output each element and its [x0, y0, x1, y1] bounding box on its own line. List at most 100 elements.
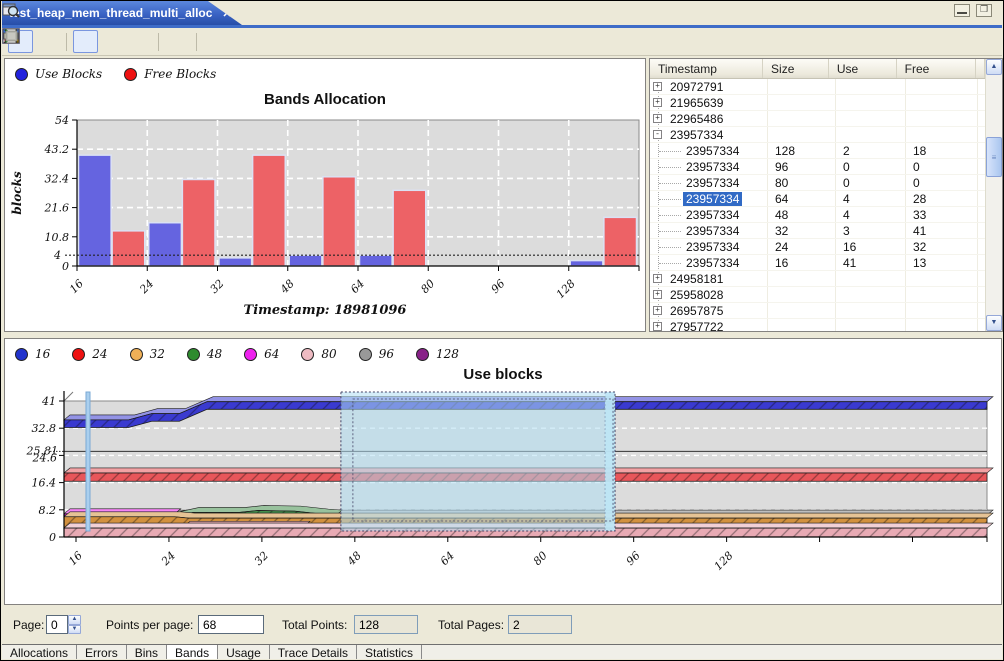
legend-item: 80: [301, 347, 336, 361]
use-blocks-area-chart[interactable]: 24.625.8108.216.432.84116243248648096128: [5, 339, 1001, 604]
legend-item: 128: [416, 347, 459, 361]
table-row[interactable]: +24958181: [650, 271, 985, 287]
restore-button[interactable]: [976, 4, 992, 17]
bottom-tab-bar: AllocationsErrorsBinsBandsUsageTrace Det…: [2, 644, 1002, 659]
table-row[interactable]: +27957722: [650, 319, 985, 331]
print-button[interactable]: [127, 30, 152, 53]
run-button[interactable]: [203, 30, 228, 53]
column-header-size[interactable]: Size: [763, 59, 829, 78]
table-scrollbar[interactable]: ▲ ≡ ▼: [985, 59, 1002, 331]
svg-text:41: 41: [41, 395, 56, 408]
legend-item: 96: [359, 347, 394, 361]
timestamp-cell: 23957334: [686, 256, 739, 270]
spin-up-icon[interactable]: ▲: [68, 615, 81, 625]
tab-bands[interactable]: Bands: [167, 645, 218, 659]
timestamp-table-panel: TimestampSizeUseFree +20972791+21965639+…: [649, 58, 1003, 332]
expand-icon[interactable]: +: [653, 306, 662, 315]
editor-tab[interactable]: test_heap_mem_thread_multi_alloc ✕: [2, 1, 242, 25]
bands-allocation-panel: Use BlocksFree Blocks Bands Allocation 4…: [4, 58, 646, 332]
legend-label: Use Blocks: [35, 67, 102, 81]
size-cell: 48: [775, 208, 788, 222]
svg-text:32.8: 32.8: [32, 422, 57, 435]
column-header-timestamp[interactable]: Timestamp: [650, 59, 763, 78]
stop-button[interactable]: [230, 30, 255, 53]
table-row[interactable]: 2395733448433: [650, 207, 985, 223]
expand-icon[interactable]: +: [653, 114, 662, 123]
svg-text:54: 54: [55, 114, 69, 127]
bar-chart-button[interactable]: [100, 30, 125, 53]
spin-down-icon[interactable]: ▼: [68, 625, 81, 635]
tab-usage[interactable]: Usage: [218, 645, 270, 659]
scroll-up-icon[interactable]: ▲: [986, 59, 1002, 75]
free-cell: 0: [913, 160, 920, 174]
expand-icon[interactable]: +: [653, 274, 662, 283]
use-cell: 4: [843, 192, 850, 206]
table-row[interactable]: 23957334241632: [650, 239, 985, 255]
page-spinner[interactable]: ▲ ▼: [68, 615, 81, 634]
column-header-free[interactable]: Free: [897, 59, 976, 78]
table-row[interactable]: 239573349600: [650, 159, 985, 175]
table-row[interactable]: +26957875: [650, 303, 985, 319]
close-icon[interactable]: ✕: [222, 7, 231, 20]
legend-label: 24: [92, 347, 107, 361]
free-cell: 32: [913, 240, 926, 254]
expand-icon[interactable]: +: [653, 82, 662, 91]
table-row[interactable]: 239573348000: [650, 175, 985, 191]
timestamp-cell: 23957334: [686, 208, 739, 222]
tab-bins[interactable]: Bins: [127, 645, 167, 659]
svg-text:32: 32: [252, 549, 271, 568]
legend-dot-icon: [301, 348, 314, 361]
timestamp-cell: 25958028: [670, 288, 723, 302]
timestamp-cell: 20972791: [670, 80, 723, 94]
table-row[interactable]: 2395733432341: [650, 223, 985, 239]
table-row[interactable]: 23957334164113: [650, 255, 985, 271]
overview-window-button[interactable]: [73, 30, 98, 53]
table-row[interactable]: +20972791: [650, 79, 985, 95]
table-row[interactable]: +22965486: [650, 111, 985, 127]
table-row[interactable]: 23957334128218: [650, 143, 985, 159]
table-row[interactable]: -23957334: [650, 127, 985, 143]
page-input[interactable]: [46, 615, 68, 634]
svg-text:16: 16: [66, 549, 85, 568]
timestamp-cell: 23957334: [686, 144, 739, 158]
tab-allocations[interactable]: Allocations: [2, 645, 77, 659]
tab-trace-details[interactable]: Trace Details: [270, 645, 357, 659]
total-points-label: Total Points:: [282, 618, 347, 632]
bands-bar-chart[interactable]: 4010.821.632.443.25416243248648096128blo…: [5, 59, 645, 299]
table-body: +20972791+21965639+22965486-239573342395…: [650, 79, 985, 331]
column-header-use[interactable]: Use: [829, 59, 897, 78]
use-cell: 2: [843, 144, 850, 158]
tab-statistics[interactable]: Statistics: [357, 645, 422, 659]
table-row[interactable]: +25958028: [650, 287, 985, 303]
svg-text:25.81: 25.81: [26, 444, 59, 457]
svg-text:80: 80: [418, 277, 437, 296]
legend-label: Free Blocks: [144, 67, 216, 81]
size-cell: 96: [775, 160, 788, 174]
expand-icon[interactable]: +: [653, 98, 662, 107]
svg-text:43.2: 43.2: [44, 143, 70, 156]
total-pages-value: [508, 615, 572, 634]
legend-item: 48: [187, 347, 222, 361]
scroll-thumb[interactable]: ≡: [986, 137, 1002, 177]
timestamp-cell: 23957334: [670, 128, 723, 142]
svg-text:24: 24: [137, 277, 157, 297]
svg-text:96: 96: [624, 549, 643, 568]
collapse-icon[interactable]: -: [653, 130, 662, 139]
expand-icon[interactable]: +: [653, 322, 662, 331]
dots-list-button[interactable]: [35, 30, 60, 53]
timestamp-cell: 26957875: [670, 304, 723, 318]
table-row[interactable]: +21965639: [650, 95, 985, 111]
svg-text:blocks: blocks: [10, 171, 24, 215]
legend-dot-icon: [15, 348, 28, 361]
svg-text:48: 48: [344, 549, 364, 569]
minimize-button[interactable]: [954, 4, 970, 17]
points-per-page-input[interactable]: [198, 615, 264, 634]
timestamp-cell: 27957722: [670, 320, 723, 331]
expand-icon[interactable]: +: [653, 290, 662, 299]
tab-errors[interactable]: Errors: [77, 645, 127, 659]
timestamp-cell: 22965486: [670, 112, 723, 126]
scroll-down-icon[interactable]: ▼: [986, 315, 1002, 331]
fit-to-window-button[interactable]: [165, 30, 190, 53]
table-row[interactable]: 2395733464428: [650, 191, 985, 207]
legend-item: 32: [130, 347, 165, 361]
